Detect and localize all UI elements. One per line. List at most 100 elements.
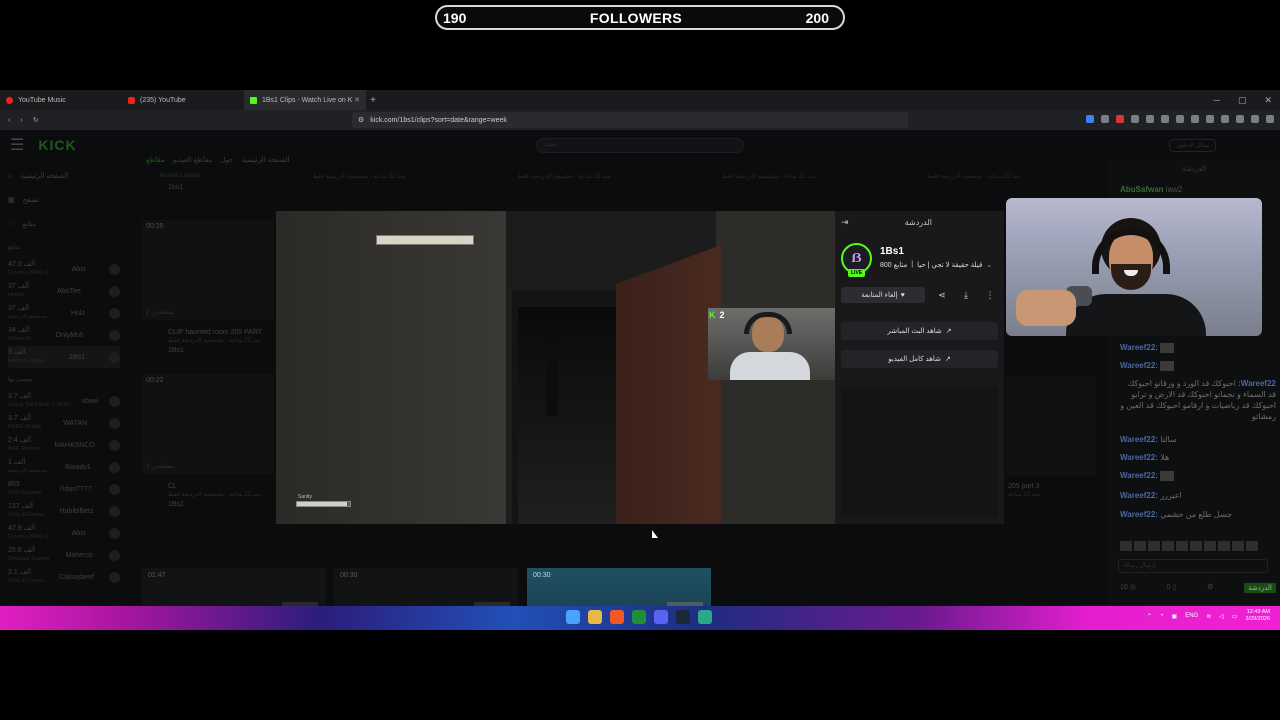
extension-icon[interactable]: [1206, 115, 1214, 123]
extension-icon[interactable]: [1236, 115, 1244, 123]
clip-title[interactable]: CL: [168, 482, 278, 491]
menu-icon[interactable]: ☰: [10, 135, 24, 155]
chevron-up-icon[interactable]: ⌃: [1147, 613, 1152, 620]
chat-username[interactable]: AbuSafwan: [1120, 185, 1164, 194]
extension-icon[interactable]: [1086, 115, 1094, 123]
extension-icon[interactable]: [1251, 115, 1259, 123]
chat-username[interactable]: Wareef22:: [1120, 491, 1158, 500]
collapse-icon[interactable]: ⇥: [841, 217, 849, 228]
watch-full-video-button[interactable]: شاهد كامل الفيديو ↗: [841, 350, 998, 368]
app-icon[interactable]: [698, 610, 712, 624]
watch-live-button[interactable]: شاهد البث المباشر ↗: [841, 322, 998, 340]
channel-item[interactable]: 2.1 ألف Slots & Casino Classybeef: [8, 566, 120, 588]
clip-title[interactable]: CLIP haunted room 205 PART: [168, 328, 278, 337]
reload-icon[interactable]: ↻: [33, 116, 39, 124]
wifi-icon[interactable]: ≋: [1206, 613, 1211, 620]
clip-card[interactable]: 00:30: [334, 568, 518, 606]
clip-card[interactable]: 01:47: [142, 568, 326, 606]
emote[interactable]: [1232, 541, 1244, 551]
chat-username[interactable]: Wareef22:: [1120, 343, 1158, 352]
tab-clips[interactable]: مقاطع: [146, 156, 165, 164]
emote[interactable]: [1148, 541, 1160, 551]
extension-icon[interactable]: [1221, 115, 1229, 123]
clip-author[interactable]: 1Bs1: [168, 500, 278, 509]
channel-item[interactable]: 37 ألف مجتمعية الدردشة Holz: [8, 302, 120, 324]
new-tab-button[interactable]: +: [366, 95, 380, 106]
steam-icon[interactable]: [676, 610, 690, 624]
close-tab-icon[interactable]: ✕: [354, 96, 360, 104]
extension-icon[interactable]: [1116, 115, 1124, 123]
share-icon[interactable]: ⋖: [935, 288, 949, 302]
clip-player[interactable]: Sanity K2: [276, 211, 835, 524]
tab-about[interactable]: حول: [220, 156, 233, 164]
channel-item[interactable]: 25.8 ألف Dinosaur Games Maherco: [8, 544, 120, 566]
extension-icon[interactable]: [1161, 115, 1169, 123]
download-icon[interactable]: ⤓: [959, 288, 973, 302]
extension-icon[interactable]: [1176, 115, 1184, 123]
unfollow-button[interactable]: إلغاء المتابعة ♥: [841, 287, 925, 303]
clip-card[interactable]: 00:30: [527, 568, 711, 606]
url-field[interactable]: ⚙ kick.com/1bs1/clips?sort=date&range=we…: [352, 112, 908, 128]
channel-item[interactable]: 42.8 ألف Counter-Strike 2 Absi: [8, 522, 120, 544]
chevron-down-icon[interactable]: ⌄: [986, 261, 992, 269]
emote[interactable]: [1176, 541, 1188, 551]
chat-input[interactable]: إرسال رسالة: [1118, 559, 1268, 573]
login-button[interactable]: سجّل الدخول: [1169, 139, 1216, 152]
chat-username[interactable]: Wareef22:: [1120, 435, 1158, 444]
tab-youtube[interactable]: (235) YouTube: [122, 90, 244, 110]
clip-card[interactable]: 00:22 مشاهدين 3: [142, 374, 274, 474]
sidebar-item-home[interactable]: ⌂ الصفحة الرئيسية: [8, 164, 120, 188]
chat-username[interactable]: law2: [1166, 185, 1182, 194]
emote[interactable]: [1218, 541, 1230, 551]
emote[interactable]: [1134, 541, 1146, 551]
emote[interactable]: [1190, 541, 1202, 551]
emote[interactable]: [1204, 541, 1216, 551]
chat-username[interactable]: Wareef22:: [1120, 361, 1158, 370]
clip-title[interactable]: 205 part 3: [1008, 482, 1098, 491]
volume-icon[interactable]: ◁: [1219, 613, 1224, 620]
back-icon[interactable]: ‹: [8, 117, 10, 124]
xbox-icon[interactable]: [632, 610, 646, 624]
site-info-icon[interactable]: ⚙: [358, 116, 364, 124]
kick-logo[interactable]: KICK: [38, 137, 76, 153]
tab-youtube-music[interactable]: YouTube Music: [0, 90, 122, 110]
tab-home[interactable]: الصفحة الرئيسية: [241, 156, 289, 164]
clip-card[interactable]: 00:35 مشاهدين 2: [142, 220, 274, 320]
channel-item[interactable]: 1 ألف مجتمعية الدردشة Raiadv1: [8, 456, 120, 478]
chat-send-button[interactable]: الدردشة: [1244, 583, 1276, 593]
channel-item[interactable]: 3.7 ألف PUBG Mobile WATAN: [8, 412, 120, 434]
maximize-icon[interactable]: ▢: [1238, 95, 1247, 106]
windows-start-icon[interactable]: [566, 610, 580, 624]
channel-item[interactable]: 853 Chat Roulette 7idan7777: [8, 478, 120, 500]
tab-videos[interactable]: مقاطع الفيديو: [173, 156, 213, 164]
points[interactable]: 10 ◎: [1120, 583, 1136, 593]
channel-item[interactable]: 34 ألف Minecraft OnlyMuh: [8, 324, 120, 346]
file-explorer-icon[interactable]: [588, 610, 602, 624]
chat-username[interactable]: Wareef22:: [1238, 379, 1276, 388]
settings-icon[interactable]: ⚙: [1207, 583, 1213, 593]
more-icon[interactable]: ⋮: [983, 288, 997, 302]
channel-item[interactable]: 42.0 ألف Counter-Strike 2 Absi: [8, 258, 120, 280]
channel-item[interactable]: 2.4 ألف ARC Raiders MAHASNCO: [8, 434, 120, 456]
sidebar-item-following[interactable]: ♡ متابع: [8, 212, 120, 236]
channel-item[interactable]: 137 ألف Slots & Casino HabibiBetz: [8, 500, 120, 522]
streamer-name[interactable]: 1Bs1: [880, 246, 992, 257]
chat-username[interactable]: Wareef22:: [1120, 471, 1158, 480]
language-indicator[interactable]: ENG: [1185, 613, 1198, 619]
battery-icon[interactable]: ▭: [1232, 613, 1238, 620]
minimize-icon[interactable]: ─: [1214, 95, 1220, 106]
tab-kick-clips[interactable]: 1Bs1 Clips - Watch Live on K ✕: [244, 90, 366, 110]
streamer-avatar[interactable]: ẞ LIVE: [841, 243, 872, 277]
kick-search-input[interactable]: بحث: [536, 138, 744, 153]
clip-card[interactable]: [1006, 376, 1096, 476]
emote[interactable]: [1120, 541, 1132, 551]
tray-icon[interactable]: ◔: [1160, 613, 1164, 619]
extension-icon[interactable]: [1101, 115, 1109, 123]
extension-icon[interactable]: [1266, 115, 1274, 123]
channel-item[interactable]: 37 ألف Hearth AboTee: [8, 280, 120, 302]
chat-username[interactable]: Wareef22:: [1120, 453, 1158, 462]
forward-icon[interactable]: ›: [20, 117, 22, 124]
discord-icon[interactable]: [654, 610, 668, 624]
chat-username[interactable]: Wareef22:: [1120, 510, 1158, 519]
extension-icon[interactable]: [1131, 115, 1139, 123]
